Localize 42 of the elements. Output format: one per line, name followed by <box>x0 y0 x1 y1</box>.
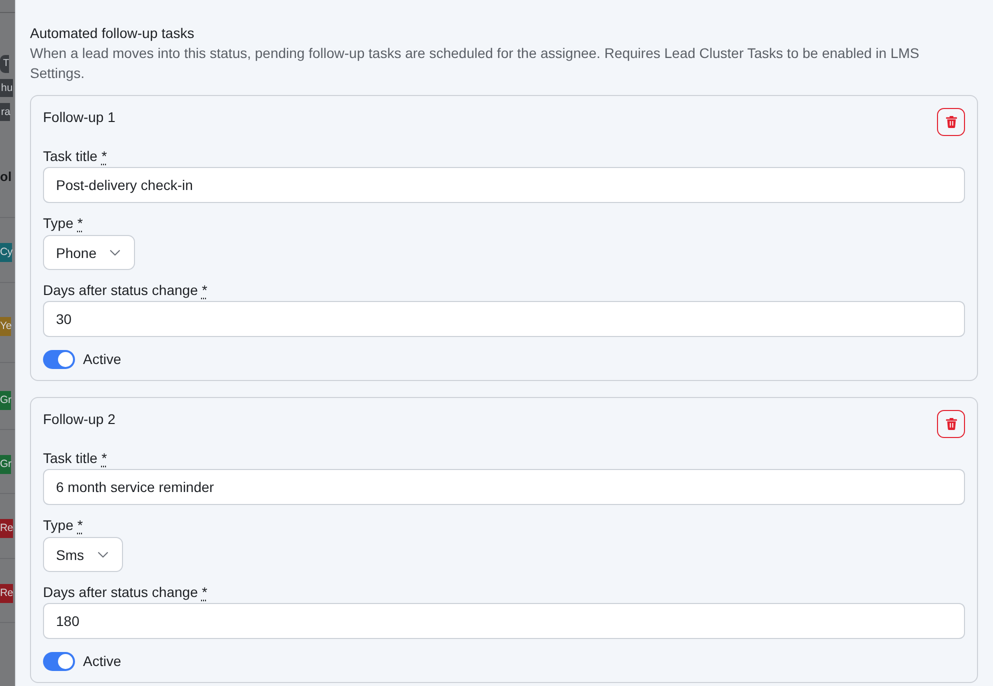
field-label: Task title <box>43 449 98 468</box>
tag: T <box>0 55 10 73</box>
status-badge: Ye <box>0 317 12 336</box>
field-label: Type <box>43 516 74 535</box>
delete-button[interactable] <box>937 108 965 136</box>
toggle-switch[interactable] <box>43 350 75 368</box>
delete-button[interactable] <box>937 410 965 438</box>
tag: ra <box>0 103 10 121</box>
field-label: Days after status change <box>43 281 198 300</box>
status-badge: Cy <box>0 243 12 262</box>
required-mark: * <box>101 147 107 166</box>
page-heading: ol <box>0 168 12 186</box>
text-field[interactable]: 6 month service reminder <box>43 469 965 505</box>
trash-icon <box>946 116 956 128</box>
toggle-label: Active <box>83 652 122 671</box>
text-field[interactable]: Post-delivery check-in <box>43 167 965 203</box>
text-field[interactable]: 30 <box>43 301 965 337</box>
required-mark: * <box>101 449 107 468</box>
card-title: Follow-up 2 <box>43 410 116 429</box>
field-label: Type <box>43 214 74 233</box>
section-description: When a lead moves into this status, pending follow-up tasks are scheduled for the assignee. Requires Lead Cluster Tasks to be enabled in LMS Settings. <box>30 44 920 83</box>
field-label: Days after status change <box>43 583 198 602</box>
field-label: Task title <box>43 147 98 166</box>
chevron-down-icon <box>98 552 108 558</box>
required-mark: * <box>77 516 83 535</box>
type-select[interactable]: Phone <box>43 235 136 270</box>
required-mark: * <box>77 214 83 233</box>
tag: hu <box>0 79 13 97</box>
status-badge: Re <box>0 584 14 603</box>
required-mark: * <box>202 583 208 602</box>
toggle-switch[interactable] <box>43 652 75 670</box>
trash-icon <box>946 418 956 430</box>
status-badge: Gr <box>0 455 12 474</box>
chevron-down-icon <box>110 250 120 256</box>
required-mark: * <box>202 281 208 300</box>
text-field[interactable]: 180 <box>43 603 965 639</box>
section-title: Automated follow-up tasks <box>30 24 196 43</box>
status-badge: Gr <box>0 391 12 410</box>
toggle-label: Active <box>83 350 122 369</box>
status-badge: Re <box>0 519 14 538</box>
card-title: Follow-up 1 <box>43 108 116 127</box>
type-select[interactable]: Sms <box>43 537 123 572</box>
